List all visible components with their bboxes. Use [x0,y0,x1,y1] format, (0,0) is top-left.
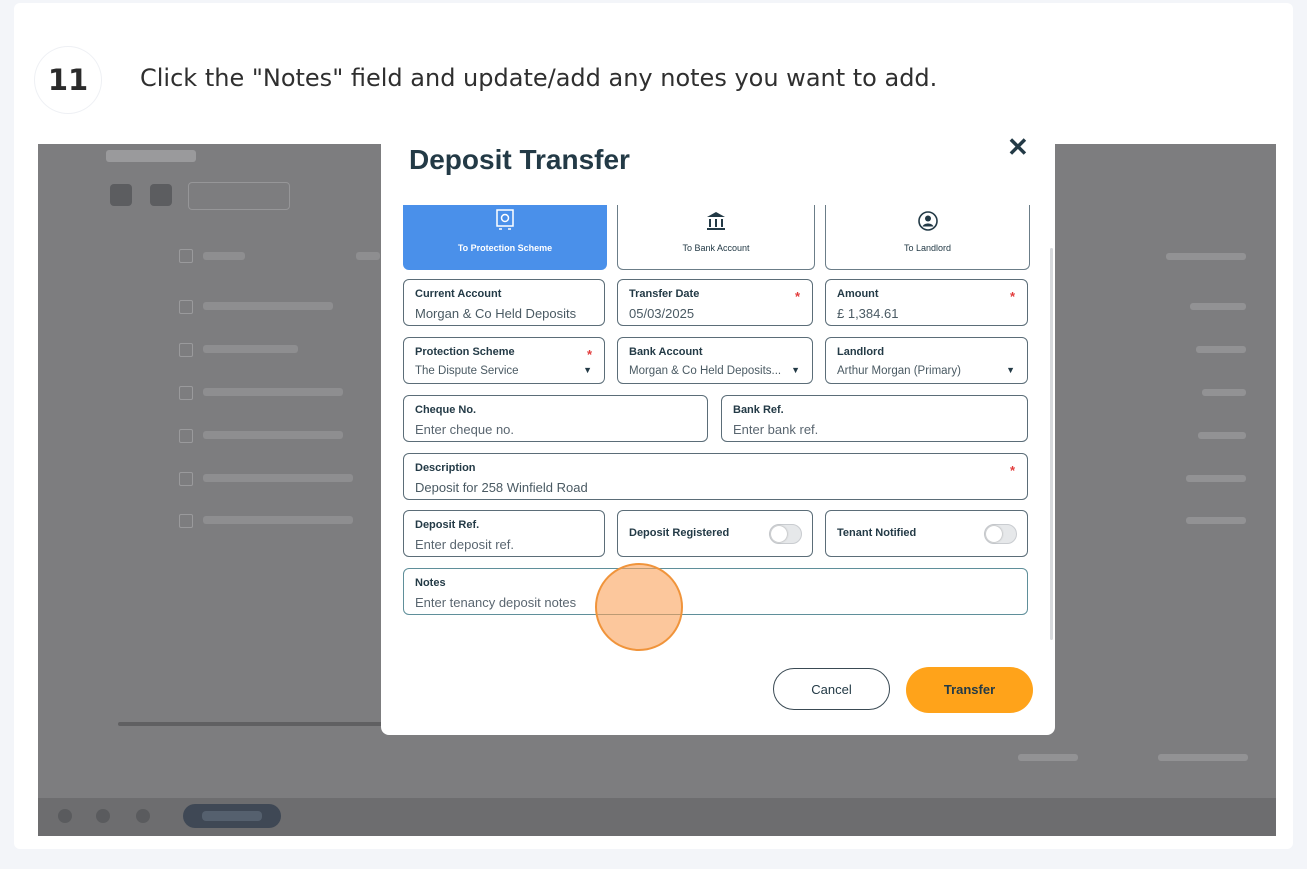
background-pill [183,804,281,828]
background-row [203,388,343,396]
required-indicator: * [1009,289,1015,304]
cheque-no-field[interactable]: Cheque No. Enter cheque no. [403,395,708,442]
chevron-down-icon: ▼ [1006,365,1015,375]
background-pagination [1158,754,1248,761]
landlord-value: Arthur Morgan (Primary) [837,365,961,377]
background-checkbox [179,343,193,357]
background-row [203,431,343,439]
protection-scheme-select[interactable]: Protection Scheme * The Dispute Service … [403,337,605,384]
bank-ref-field[interactable]: Bank Ref. Enter bank ref. [721,395,1028,442]
background-row [1190,303,1246,310]
current-account-value: Morgan & Co Held Deposits [415,306,577,321]
tab-label: To Protection Scheme [457,243,553,253]
required-indicator: * [1009,463,1015,478]
close-icon[interactable]: ✕ [1007,132,1029,163]
tab-to-protection-scheme[interactable]: To Protection Scheme [403,205,607,270]
transfer-button[interactable]: Transfer [906,667,1033,713]
background-row [1186,517,1246,524]
required-indicator: * [586,347,592,362]
background-bottom-icon [96,809,110,823]
background-checkbox [179,514,193,528]
bank-icon [707,212,725,230]
transfer-date-value: 05/03/2025 [629,306,695,321]
deposit-ref-field[interactable]: Deposit Ref. Enter deposit ref. [403,510,605,557]
tab-to-bank-account[interactable]: To Bank Account [617,205,815,270]
background-bottom-icon [58,809,72,823]
required-indicator: * [794,289,800,304]
field-label: Protection Scheme [415,346,515,358]
chevron-down-icon: ▼ [791,365,800,375]
safe-icon [496,209,514,230]
cancel-button[interactable]: Cancel [773,668,890,710]
notes-field[interactable]: Notes Enter tenancy deposit notes [403,568,1028,615]
background-checkbox [179,429,193,443]
landlord-select[interactable]: Landlord Arthur Morgan (Primary) ▼ [825,337,1028,384]
background-checkbox [179,472,193,486]
field-label: Notes [415,577,446,589]
field-label: Bank Ref. [733,404,784,416]
amount-value: £ 1,384.61 [837,306,899,321]
tab-to-landlord[interactable]: To Landlord [825,205,1030,270]
background-search [188,182,290,210]
background-row [1186,475,1246,482]
bank-account-value: Morgan & Co Held Deposits... [629,365,782,377]
bank-ref-placeholder: Enter bank ref. [733,422,819,437]
tenant-notified-switch[interactable] [984,524,1017,544]
background-header [203,252,245,260]
cheque-no-placeholder: Enter cheque no. [415,422,515,437]
background-checkbox [179,386,193,400]
deposit-ref-placeholder: Enter deposit ref. [415,537,514,552]
step-number: 11 [47,63,89,97]
modal-scrollbar[interactable] [1050,248,1053,640]
field-label: Current Account [415,288,502,300]
notes-placeholder: Enter tenancy deposit notes [415,595,577,610]
transfer-date-field[interactable]: Transfer Date * 05/03/2025 [617,279,813,326]
chevron-down-icon: ▼ [583,365,592,375]
tab-label: To Landlord [903,243,952,253]
current-account-field[interactable]: Current Account Morgan & Co Held Deposit… [403,279,605,326]
field-label: Description [415,462,476,474]
deposit-registered-switch[interactable] [769,524,802,544]
background-scrollbar [118,722,383,726]
amount-field[interactable]: Amount * £ 1,384.61 [825,279,1028,326]
background-row [203,302,333,310]
field-label: Bank Account [629,346,703,358]
background-row [1196,346,1246,353]
description-field[interactable]: Description * Deposit for 258 Winfield R… [403,453,1028,500]
click-indicator [595,563,683,651]
background-checkbox [179,300,193,314]
protection-scheme-value: The Dispute Service [415,365,519,377]
background-row [1198,432,1246,439]
background-header [356,252,380,260]
background-checkbox [179,249,193,263]
background-row [1202,389,1246,396]
background-page-title [106,150,196,162]
user-icon [917,211,938,231]
background-view-icon [110,184,132,206]
background-row [203,474,353,482]
deposit-transfer-modal: Deposit Transfer ✕ To Protection Scheme … [381,132,1055,735]
background-bottom-icon [136,809,150,823]
description-value: Deposit for 258 Winfield Road [415,480,588,495]
field-label: Deposit Registered [629,527,730,539]
field-label: Landlord [837,346,885,358]
tenant-notified-toggle-field: Tenant Notified [825,510,1028,557]
field-label: Amount [837,288,879,300]
step-instruction: Click the "Notes" field and update/add a… [140,64,938,92]
background-pagination [1018,754,1078,761]
background-row [203,345,298,353]
background-row [203,516,353,524]
background-header [1166,253,1246,260]
bank-account-select[interactable]: Bank Account Morgan & Co Held Deposits..… [617,337,813,384]
field-label: Cheque No. [415,404,477,416]
deposit-registered-toggle-field: Deposit Registered [617,510,813,557]
tab-label: To Bank Account [682,243,750,253]
field-label: Deposit Ref. [415,519,480,531]
field-label: Tenant Notified [837,527,917,539]
field-label: Transfer Date [629,288,700,300]
modal-title: Deposit Transfer [409,144,630,175]
background-view-icon [150,184,172,206]
